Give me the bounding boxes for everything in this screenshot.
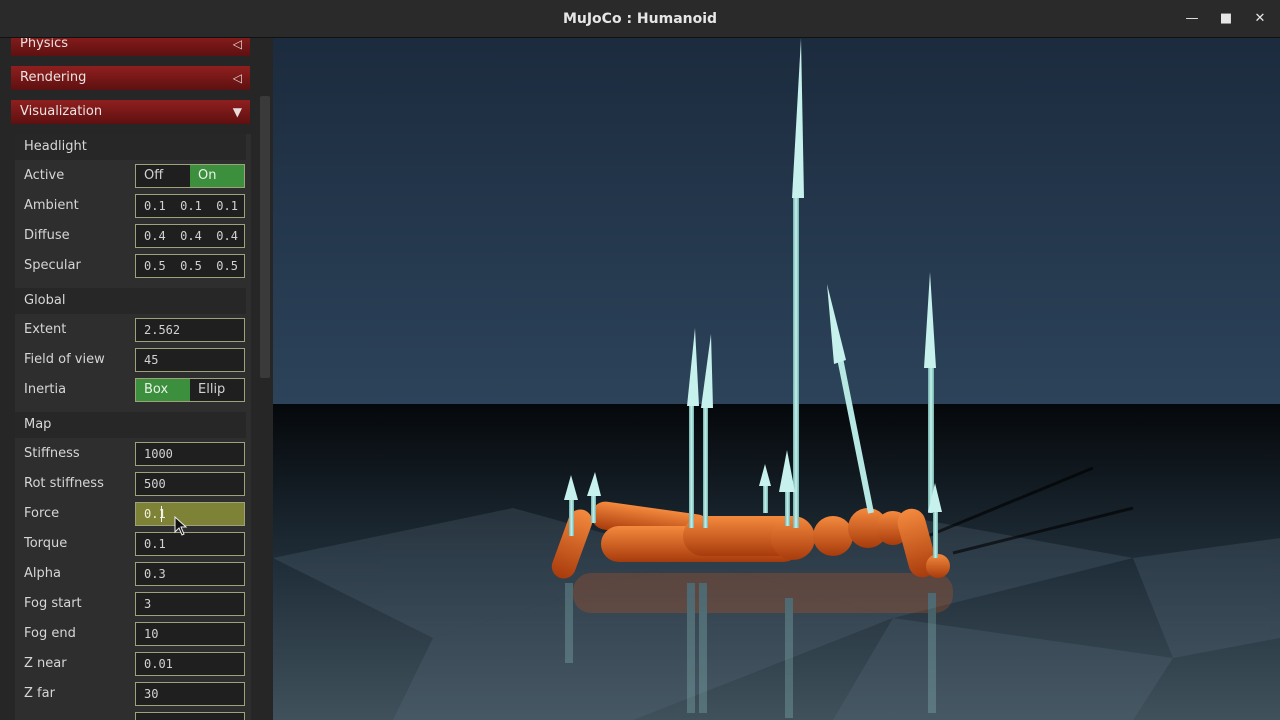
settings-panel: Physics ◁ Rendering ◁ Visualization ▼ He… [0,38,273,720]
active-label: Active [24,168,65,183]
active-toggle: Off On [135,164,245,188]
scrollbar-thumb[interactable] [260,96,270,378]
window-titlebar: MuJoCo : Humanoid — ■ ✕ [0,0,1280,38]
collapsed-arrow-icon: ◁ [232,38,242,51]
alpha-label: Alpha [24,566,61,581]
fog-end-field[interactable]: 10 [135,622,245,646]
ambient-label: Ambient [24,198,79,213]
specular-field[interactable]: 0.5 0.5 0.5 [135,254,245,278]
panel-scrollbar[interactable] [258,38,272,720]
section-visualization[interactable]: Visualization ▼ [11,100,250,124]
group-map: Map [15,412,246,438]
window-title: MuJoCo : Humanoid [562,11,718,27]
collapsed-arrow-icon: ◁ [232,71,242,85]
mouse-pointer-icon [174,516,188,536]
minimize-icon[interactable]: — [1182,9,1202,29]
torque-label: Torque [24,536,68,551]
stiffness-label: Stiffness [24,446,80,461]
maximize-icon[interactable]: ■ [1216,9,1236,29]
extent-label: Extent [24,322,67,337]
specular-label: Specular [24,258,81,273]
extent-field[interactable]: 2.562 [135,318,245,342]
section-visualization-label: Visualization [20,104,103,119]
inertia-ellip-option[interactable]: Ellip [190,379,244,401]
scene-render [273,38,1280,720]
close-icon[interactable]: ✕ [1250,9,1270,29]
fov-label: Field of view [24,352,105,367]
fov-field[interactable]: 45 [135,348,245,372]
section-rendering[interactable]: Rendering ◁ [11,66,250,90]
fog-start-label: Fog start [24,596,82,611]
section-physics[interactable]: Physics ◁ [11,38,250,56]
sky-background [273,38,1280,404]
diffuse-field[interactable]: 0.4 0.4 0.4 [135,224,245,248]
zfar-label: Z far [24,686,55,701]
section-physics-label: Physics [20,38,69,51]
stiffness-field[interactable]: 1000 [135,442,245,466]
inertia-box-option[interactable]: Box [136,379,190,401]
force-field[interactable]: 0.1 [135,502,245,526]
diffuse-label: Diffuse [24,228,70,243]
group-headlight: Headlight [15,134,246,160]
force-label: Force [24,506,60,521]
fog-end-label: Fog end [24,626,76,641]
inertia-toggle: Box Ellip [135,378,245,402]
torque-field[interactable]: 0.1 [135,532,245,556]
active-off-option[interactable]: Off [136,165,190,187]
zfar-field[interactable]: 30 [135,682,245,706]
group-global: Global [15,288,246,314]
active-on-option[interactable]: On [190,165,244,187]
section-rendering-label: Rendering [20,70,87,85]
alpha-field[interactable]: 0.3 [135,562,245,586]
rot-stiffness-label: Rot stiffness [24,476,104,491]
text-caret [161,506,162,522]
rot-stiffness-field[interactable]: 500 [135,472,245,496]
fog-start-field[interactable]: 3 [135,592,245,616]
znear-label: Z near [24,656,67,671]
expanded-arrow-icon: ▼ [232,105,242,119]
next-field-partial[interactable] [135,712,245,720]
znear-field[interactable]: 0.01 [135,652,245,676]
3d-viewport[interactable] [273,38,1280,720]
ambient-field[interactable]: 0.1 0.1 0.1 [135,194,245,218]
inertia-label: Inertia [24,382,67,397]
